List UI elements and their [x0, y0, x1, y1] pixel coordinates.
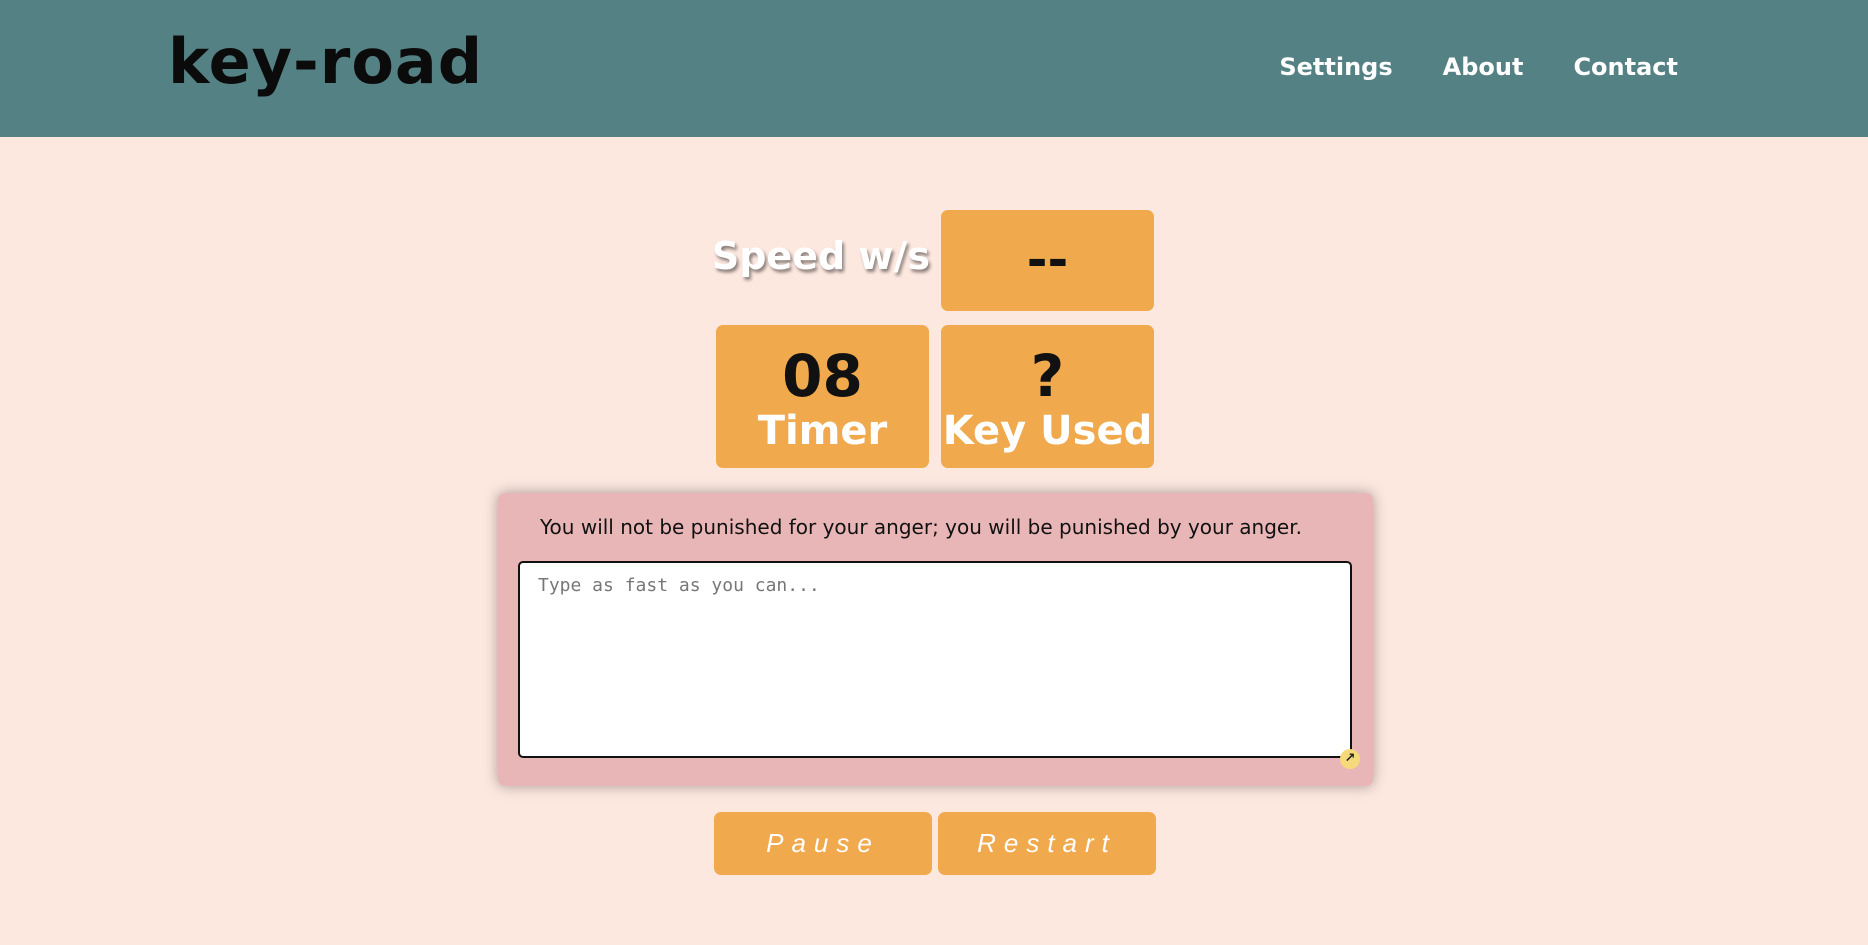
- nav-about-link[interactable]: About: [1443, 50, 1524, 84]
- key-used-label: Key Used: [942, 408, 1153, 454]
- key-used-value: ?: [1030, 342, 1065, 410]
- speed-value: --: [1026, 231, 1069, 289]
- pause-button[interactable]: Pause: [714, 812, 932, 875]
- speed-label: Speed w/s: [711, 234, 930, 278]
- restart-button[interactable]: Restart: [938, 812, 1156, 875]
- typing-input[interactable]: [518, 561, 1352, 758]
- timer-value: 08: [782, 342, 863, 410]
- speed-box: --: [941, 210, 1154, 311]
- nav-links: Settings About Contact: [1279, 50, 1678, 84]
- typing-panel: You will not be punished for your anger;…: [498, 493, 1373, 786]
- top-navbar: key-road Settings About Contact: [0, 0, 1868, 137]
- site-logo[interactable]: key-road: [168, 24, 483, 100]
- timer-box: 08 Timer: [716, 325, 929, 468]
- nav-contact-link[interactable]: Contact: [1573, 50, 1678, 84]
- timer-label: Timer: [757, 408, 888, 454]
- nav-settings-link[interactable]: Settings: [1279, 50, 1392, 84]
- resize-handle-icon[interactable]: ↗: [1340, 749, 1360, 769]
- key-used-box: ? Key Used: [941, 325, 1154, 468]
- quote-text: You will not be punished for your anger;…: [540, 515, 1302, 539]
